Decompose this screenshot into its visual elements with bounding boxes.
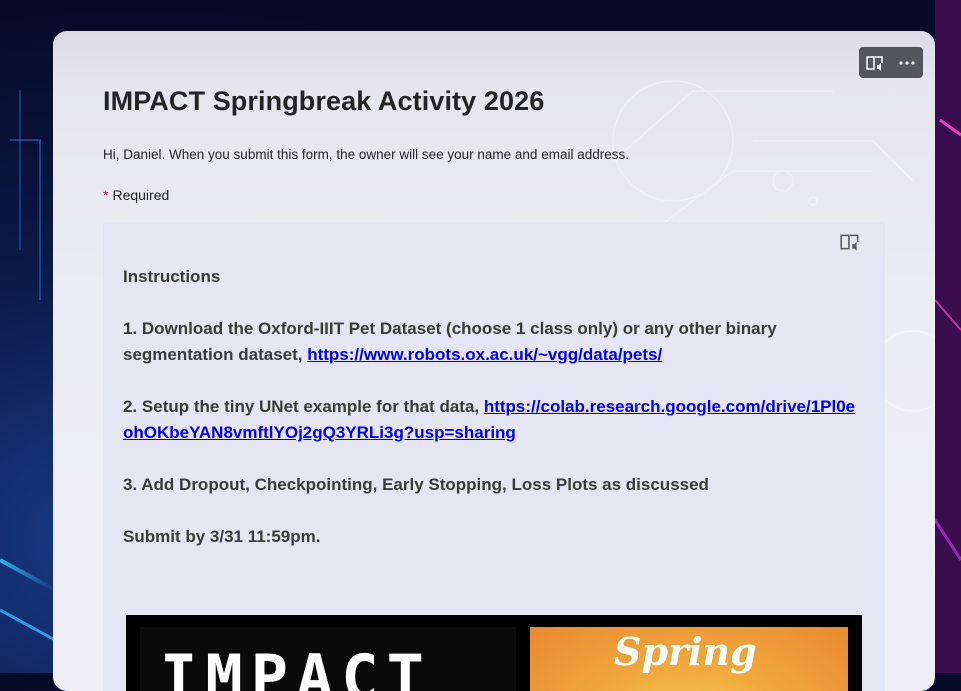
step-1: 1. Download the Oxford-IIIT Pet Dataset … — [123, 316, 863, 368]
banner-impact-text: IMPACT — [160, 641, 432, 691]
section-immersive-reader-icon[interactable] — [839, 232, 861, 252]
activity-banner-image: IMPACT Spring — [126, 615, 862, 691]
more-options-button[interactable] — [893, 49, 921, 77]
pets-dataset-link[interactable]: https://www.robots.ox.ac.uk/~vgg/data/pe… — [307, 345, 662, 364]
step-3: 3. Add Dropout, Checkpointing, Early Sto… — [123, 475, 709, 494]
deadline-text: Submit by 3/31 11:59pm. — [123, 527, 321, 546]
banner-impact-panel: IMPACT — [140, 627, 516, 691]
instructions-heading: Instructions — [123, 267, 221, 286]
more-options-icon — [899, 60, 915, 65]
step-2: 2. Setup the tiny UNet example for that … — [123, 394, 863, 446]
header-toolbar — [859, 47, 923, 78]
form-title: IMPACT Springbreak Activity 2026 — [103, 86, 545, 116]
instructions-section: Instructions 1. Download the Oxford-IIIT… — [103, 222, 885, 691]
identity-notice: Hi, Daniel. When you submit this form, t… — [103, 147, 629, 162]
step-2-text: 2. Setup the tiny UNet example for that … — [123, 397, 484, 416]
immersive-reader-button[interactable] — [861, 49, 889, 77]
required-legend: * Required — [103, 187, 169, 203]
banner-spring-text: Spring — [614, 629, 757, 674]
banner-spring-panel: Spring — [530, 627, 848, 691]
required-label: Required — [112, 187, 170, 203]
required-star: * — [103, 187, 109, 203]
form-card: IMPACT Springbreak Activity 2026 Hi, Dan… — [53, 31, 935, 691]
immersive-reader-icon — [866, 55, 883, 71]
instructions-text: Instructions 1. Download the Oxford-IIIT… — [123, 264, 863, 576]
